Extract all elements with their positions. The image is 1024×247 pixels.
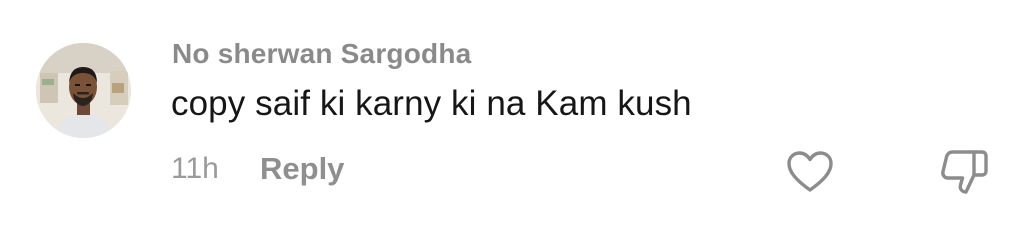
heart-outline-icon [787,151,833,192]
comment-text: copy saif ki karny ki na Kam kush [171,84,692,123]
reply-button[interactable]: Reply [260,151,344,187]
avatar-photo [36,43,131,138]
comment-item: No sherwan Sargodha copy saif ki karny k… [0,0,1024,247]
dislike-button[interactable] [938,148,990,196]
like-button[interactable] [786,150,834,194]
comment-timestamp: 11h [171,152,219,185]
comment-username[interactable]: No sherwan Sargodha [172,38,471,70]
avatar[interactable] [36,43,131,138]
thumbs-down-outline-icon [941,150,988,194]
